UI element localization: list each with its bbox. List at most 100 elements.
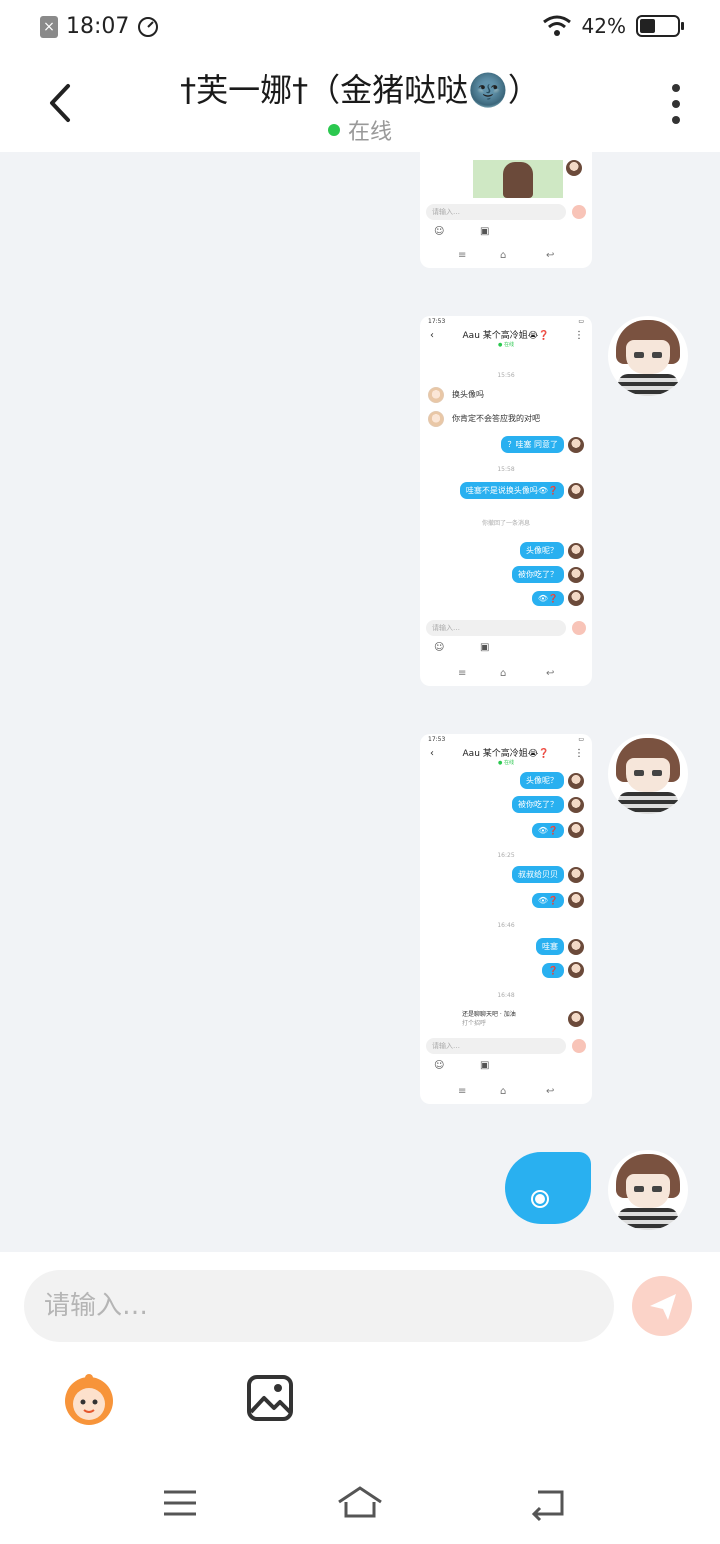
status-time: 18:07 [66,14,130,39]
more-options-button[interactable] [668,84,684,124]
mini-avatar [568,962,584,978]
recall-notice: 你撤回了一条消息 [481,520,530,527]
home-icon: ⌂ [500,668,507,679]
battery-percent: 42% [581,14,626,38]
chat-header: †芙一娜†（金猪哒哒🌚） 在线 [0,56,720,152]
mini-avatar [568,796,584,813]
menu-icon: ≡ [458,668,467,679]
mini-title-text: Aau 某个高冷姐😭❓ [462,749,550,759]
input-field: 请输入… [426,620,566,636]
image-message-1[interactable]: 请输入… ☺ ▣ ≡ ⌂ ↩ [420,152,592,268]
sent-row: 被你吃了？ [512,796,584,813]
voice-message-bubble[interactable] [505,1152,591,1224]
send-icon [650,1294,676,1320]
card-sub: 打个招呼 [462,1020,487,1027]
sent-text: 👁❓ [531,590,564,606]
message-list[interactable]: 请输入… ☺ ▣ ≡ ⌂ ↩ 17:53 ▭ ‹ Aau 某个高冷姐😭❓ ● 在线 … [0,152,720,1252]
link-card: 还是聊聊天吧 · 加油 打个招呼 [460,1008,564,1030]
user-avatar[interactable] [608,1150,688,1230]
mini-more-icon: ⋮ [574,748,584,759]
back-icon: ↩ [546,668,555,679]
mini-avatar [568,1011,584,1027]
card-row: 还是聊聊天吧 · 加油 打个招呼 [460,1008,584,1030]
mini-battery-icon: ▭ [578,318,584,325]
back-button[interactable] [40,78,84,128]
emoji-icon: ☺ [434,1060,445,1071]
sent-row: 哇塞不是说换头像吗👁❓ [459,482,584,499]
mini-online: ● 在线 [498,760,514,766]
home-nav-button[interactable] [335,1478,385,1528]
mini-avatar [568,822,584,838]
sent-text: 叔叔给贝贝 [512,866,564,883]
received-text: 换头像吗 [452,390,484,399]
emoji-icon: ☺ [434,642,445,653]
card-text: 还是聊聊天吧 · 加油 [462,1011,516,1018]
sent-text: 头像呢？ [520,772,564,789]
chat-title: †芙一娜†（金猪哒哒🌚） [180,71,540,109]
image-button[interactable] [246,1374,294,1422]
received-row: 你肯定不会答应我的对吧 [428,410,544,427]
wifi-icon [542,15,571,36]
mini-avatar [428,386,444,403]
sent-row: 头像呢？ [520,542,584,559]
mini-online: ● 在线 [498,342,514,348]
send-icon [572,1039,586,1053]
mini-avatar [568,436,584,453]
online-dot [327,124,340,136]
sent-text: 哇塞不是说换头像吗👁❓ [459,482,564,499]
mini-avatar [568,590,584,606]
sent-text: 头像呢？ [520,542,564,559]
timestamp: 16:25 [497,852,515,859]
mini-status-bar: 17:53 ▭ [420,734,592,746]
sent-text: ❓ [542,962,564,978]
send-icon [572,621,586,635]
message-input[interactable]: 请输入… [24,1270,614,1342]
emoji-icon: ☺ [434,226,445,237]
home-icon: ⌂ [500,1086,507,1097]
composer: 请输入… [0,1252,720,1544]
image-icon: ▣ [480,226,490,237]
user-avatar[interactable] [608,316,688,396]
mini-avatar [428,410,444,427]
system-nav-bar [0,1478,720,1528]
image-icon: ▣ [480,642,490,653]
sent-text: ？哇塞 同意了 [501,436,564,453]
send-button[interactable] [632,1276,692,1336]
user-avatar[interactable] [608,734,688,814]
menu-nav-button[interactable] [155,1478,205,1528]
timestamp: 16:48 [497,992,515,999]
sent-row: 叔叔给贝贝 [512,866,584,883]
received-row: 换头像吗 [428,386,488,403]
sent-row: 头像呢？ [520,772,584,789]
image-thumb [473,160,563,198]
sent-row: 哇塞 [536,938,584,955]
sender-avatar [566,160,582,176]
sent-row: 被你吃了？ [512,566,584,583]
back-nav-button[interactable] [524,1478,574,1528]
received-text: 你肯定不会答应我的对吧 [452,414,540,423]
image-message-3[interactable]: 17:53 ▭ ‹ Aau 某个高冷姐😭❓ ● 在线 ⋮ 头像呢？ 被你吃了？ 👁❓… [420,734,592,1104]
sent-row: ❓ [542,962,584,978]
sticker-button[interactable] [60,1370,118,1428]
mini-title: Aau 某个高冷姐😭❓ ● 在线 [420,328,592,350]
back-icon: ↩ [546,250,555,261]
sent-text: 哇塞 [536,938,564,955]
voice-play-icon [533,1192,547,1206]
sent-text: 👁❓ [531,892,564,908]
sent-text: 👁❓ [531,822,564,838]
sent-text: 被你吃了？ [512,796,564,813]
home-icon: ⌂ [500,250,507,261]
timestamp: 16:46 [497,922,515,929]
mini-avatar [568,772,584,789]
sent-row: 👁❓ [531,892,584,908]
mini-avatar [568,938,584,955]
back-icon: ↩ [546,1086,555,1097]
menu-icon: ≡ [458,250,467,261]
image-message-2[interactable]: 17:53 ▭ ‹ Aau 某个高冷姐😭❓ ● 在线 ⋮ 15:56 换头像吗 你肯… [420,316,592,686]
sent-row: 👁❓ [531,822,584,838]
status-bar: × 18:07 42% [0,0,720,56]
mini-time: 17:53 [428,318,446,325]
mini-more-icon: ⋮ [574,330,584,341]
mini-avatar [568,566,584,583]
sent-text: 被你吃了？ [512,566,564,583]
